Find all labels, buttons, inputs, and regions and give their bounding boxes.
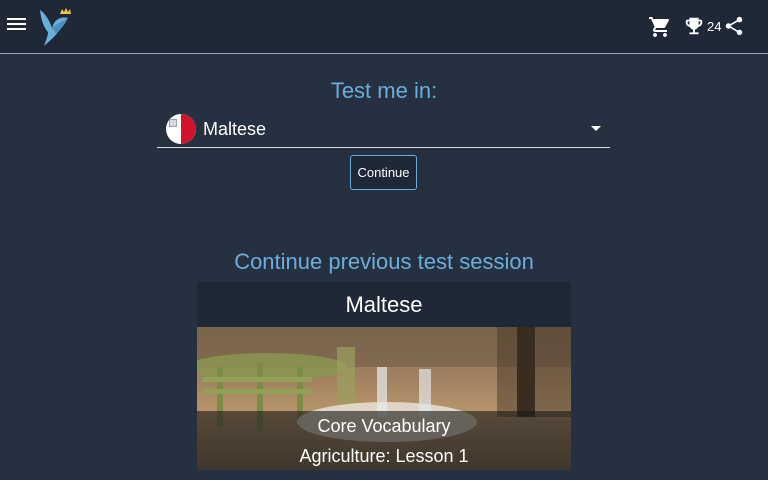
previous-session-card[interactable]: Maltese Core Vocabulary Agriculture: Les… xyxy=(197,282,571,470)
previous-session-heading: Continue previous test session xyxy=(234,249,534,274)
trophy-count: 24 xyxy=(707,19,722,34)
continue-button[interactable]: Continue xyxy=(350,155,417,190)
session-language: Maltese xyxy=(197,282,571,327)
test-me-in-heading: Test me in: xyxy=(330,78,438,103)
top-app-bar: 24 xyxy=(0,0,768,54)
hamburger-menu-icon[interactable] xyxy=(6,15,28,37)
cafe-table-image: Core Vocabulary Agriculture: Lesson 1 xyxy=(197,327,571,470)
dropdown-arrow-icon xyxy=(591,126,601,131)
session-lesson: Agriculture: Lesson 1 xyxy=(299,446,469,466)
share-icon[interactable] xyxy=(723,15,745,37)
bird-logo-icon[interactable] xyxy=(36,6,76,48)
trophy-icon[interactable] xyxy=(683,15,705,37)
shopping-cart-icon[interactable] xyxy=(648,15,672,39)
selected-language: Maltese xyxy=(203,119,267,139)
session-category: Core Vocabulary xyxy=(317,416,451,436)
malta-flag-icon xyxy=(166,114,196,144)
language-dropdown[interactable]: Maltese xyxy=(157,111,610,148)
